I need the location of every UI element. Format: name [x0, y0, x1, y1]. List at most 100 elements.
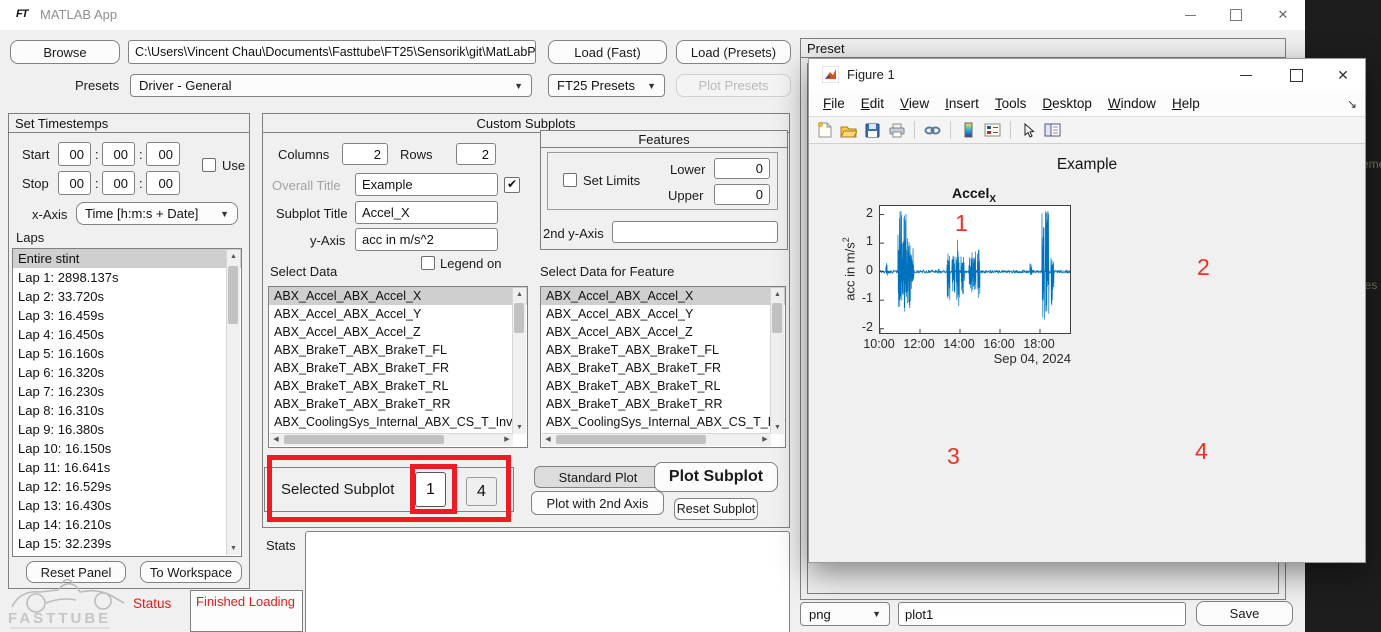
- property-inspector-icon[interactable]: [1043, 121, 1062, 140]
- maximize-button[interactable]: [1213, 0, 1259, 30]
- load-fast-button[interactable]: Load (Fast): [548, 40, 667, 64]
- scroll-left-icon[interactable]: ◀: [270, 434, 282, 446]
- figure-maximize-button[interactable]: [1273, 59, 1319, 91]
- stop-hour-input[interactable]: 00: [58, 171, 91, 195]
- scroll-right-icon[interactable]: ▶: [501, 434, 513, 446]
- subplot-title-input[interactable]: Accel_X: [355, 201, 498, 224]
- data-list-item[interactable]: ABX_CoolingSys_Internal_ABX_CS_T_InvL: [541, 413, 785, 431]
- stats-textarea[interactable]: [305, 531, 790, 632]
- data-list-item[interactable]: ABX_Accel_ABX_Accel_Z: [269, 323, 527, 341]
- figure-menu-desktop[interactable]: Desktop: [1034, 96, 1100, 111]
- print-icon[interactable]: [887, 121, 906, 140]
- ft25-presets-dropdown[interactable]: FT25 Presets ▼: [548, 74, 665, 97]
- laps-scrollbar[interactable]: ▲ ▼: [226, 250, 240, 555]
- path-input[interactable]: C:\Users\Vincent Chau\Documents\Fasttube…: [128, 40, 536, 64]
- lap-list-item[interactable]: Lap 13: 16.430s: [13, 496, 241, 515]
- figure-menu-insert[interactable]: Insert: [937, 96, 987, 111]
- start-hour-input[interactable]: 00: [58, 142, 91, 166]
- scroll-up-icon[interactable]: ▲: [513, 288, 526, 301]
- use-checkbox[interactable]: [202, 158, 216, 172]
- figure-menu-window[interactable]: Window: [1100, 96, 1164, 111]
- overall-title-input[interactable]: Example: [355, 173, 498, 196]
- reset-subplot-button[interactable]: Reset Subplot: [674, 498, 758, 520]
- scrollbar-thumb[interactable]: [228, 266, 238, 324]
- data-list-item[interactable]: ABX_Accel_ABX_Accel_Y: [541, 305, 785, 323]
- lower-input[interactable]: 0: [714, 158, 770, 179]
- select-data-hscrollbar[interactable]: ◀ ▶: [270, 433, 513, 446]
- lap-list-item[interactable]: Lap 11: 16.641s: [13, 458, 241, 477]
- scrollbar-thumb[interactable]: [556, 435, 706, 444]
- data-list-item[interactable]: ABX_BrakeT_ABX_BrakeT_RR: [541, 395, 785, 413]
- data-list-item[interactable]: ABX_BrakeT_ABX_BrakeT_FL: [541, 341, 785, 359]
- minimize-button[interactable]: [1167, 0, 1213, 30]
- scrollbar-thumb[interactable]: [772, 303, 782, 333]
- stop-second-input[interactable]: 00: [146, 171, 180, 195]
- columns-input[interactable]: 2: [342, 143, 388, 165]
- stop-minute-input[interactable]: 00: [102, 171, 135, 195]
- figure-menu-help[interactable]: Help: [1164, 96, 1208, 111]
- data-list-item[interactable]: ABX_BrakeT_ABX_BrakeT_RL: [269, 377, 527, 395]
- scroll-down-icon[interactable]: ▼: [513, 421, 526, 434]
- figure-close-button[interactable]: ✕: [1320, 59, 1366, 91]
- data-list-item[interactable]: ABX_Accel_ABX_Accel_Z: [541, 323, 785, 341]
- to-workspace-button[interactable]: To Workspace: [140, 561, 242, 583]
- lap-list-item[interactable]: Lap 14: 16.210s: [13, 515, 241, 534]
- lap-list-item[interactable]: Lap 15: 32.239s: [13, 534, 241, 553]
- data-list-item[interactable]: ABX_BrakeT_ABX_BrakeT_RR: [269, 395, 527, 413]
- lap-list-item[interactable]: Lap 8: 16.310s: [13, 401, 241, 420]
- edit-plot-cursor-icon[interactable]: [1019, 121, 1038, 140]
- scroll-left-icon[interactable]: ◀: [542, 434, 554, 446]
- lap-list-item[interactable]: Lap 5: 16.160s: [13, 344, 241, 363]
- lap-list-item[interactable]: Lap 3: 16.459s: [13, 306, 241, 325]
- select-data-vscrollbar[interactable]: ▲ ▼: [512, 288, 526, 434]
- format-dropdown[interactable]: png ▼: [800, 602, 890, 626]
- plot-subplot-button[interactable]: Plot Subplot: [654, 462, 778, 492]
- new-figure-icon[interactable]: [815, 121, 834, 140]
- plot-2nd-axis-button[interactable]: Plot with 2nd Axis: [531, 491, 664, 515]
- lap-list-item[interactable]: Lap 6: 16.320s: [13, 363, 241, 382]
- save-button[interactable]: Save: [1196, 601, 1293, 626]
- figure-menu-tools[interactable]: Tools: [987, 96, 1035, 111]
- scroll-right-icon[interactable]: ▶: [759, 434, 771, 446]
- upper-input[interactable]: 0: [714, 184, 770, 205]
- insert-colorbar-icon[interactable]: [959, 121, 978, 140]
- lap-list-item[interactable]: Lap 1: 2898.137s: [13, 268, 241, 287]
- save-icon[interactable]: [863, 121, 882, 140]
- start-second-input[interactable]: 00: [146, 142, 180, 166]
- data-list-item[interactable]: ABX_Accel_ABX_Accel_X: [269, 287, 527, 305]
- figure-menu-view[interactable]: View: [892, 96, 937, 111]
- second-yaxis-input[interactable]: [612, 221, 778, 243]
- scrollbar-thumb[interactable]: [284, 435, 444, 444]
- lap-list-item[interactable]: Lap 9: 16.380s: [13, 420, 241, 439]
- lap-list-item[interactable]: Lap 10: 16.150s: [13, 439, 241, 458]
- scroll-down-icon[interactable]: ▼: [227, 542, 240, 555]
- scroll-up-icon[interactable]: ▲: [771, 288, 784, 301]
- standard-plot-button[interactable]: Standard Plot: [534, 466, 662, 488]
- preset-dropdown[interactable]: Driver - General ▼: [130, 74, 532, 97]
- data-list-item[interactable]: ABX_Accel_ABX_Accel_X: [541, 287, 785, 305]
- rows-input[interactable]: 2: [456, 143, 496, 165]
- plot-presets-button[interactable]: Plot Presets: [676, 74, 791, 97]
- data-list-item[interactable]: ABX_BrakeT_ABX_BrakeT_FL: [269, 341, 527, 359]
- close-button[interactable]: ✕: [1260, 0, 1306, 30]
- x-axis-dropdown[interactable]: Time [h:m:s + Date] ▼: [76, 202, 238, 225]
- data-list-item[interactable]: ABX_BrakeT_ABX_BrakeT_RL: [541, 377, 785, 395]
- lap-list-item[interactable]: Lap 12: 16.529s: [13, 477, 241, 496]
- legend-checkbox[interactable]: [421, 256, 435, 270]
- y-axis-input[interactable]: acc in m/s^2: [355, 228, 498, 251]
- selected-subplot-input[interactable]: 1: [415, 472, 446, 507]
- figure-menu-file[interactable]: File: [815, 96, 853, 111]
- set-limits-checkbox[interactable]: [563, 173, 577, 187]
- lap-list-item[interactable]: Lap 4: 16.450s: [13, 325, 241, 344]
- overall-title-checkbox[interactable]: ✔: [504, 177, 520, 193]
- data-list-item[interactable]: ABX_CoolingSys_Internal_ABX_CS_T_InvL: [269, 413, 527, 431]
- scroll-down-icon[interactable]: ▼: [771, 421, 784, 434]
- browse-button[interactable]: Browse: [10, 40, 120, 64]
- insert-legend-icon[interactable]: [983, 121, 1002, 140]
- open-file-icon[interactable]: [839, 121, 858, 140]
- start-minute-input[interactable]: 00: [102, 142, 135, 166]
- dock-figure-icon[interactable]: ↘: [1347, 97, 1357, 111]
- data-list-item[interactable]: ABX_BrakeT_ABX_BrakeT_FR: [541, 359, 785, 377]
- link-plot-icon[interactable]: [923, 121, 942, 140]
- figure-minimize-button[interactable]: [1223, 59, 1269, 91]
